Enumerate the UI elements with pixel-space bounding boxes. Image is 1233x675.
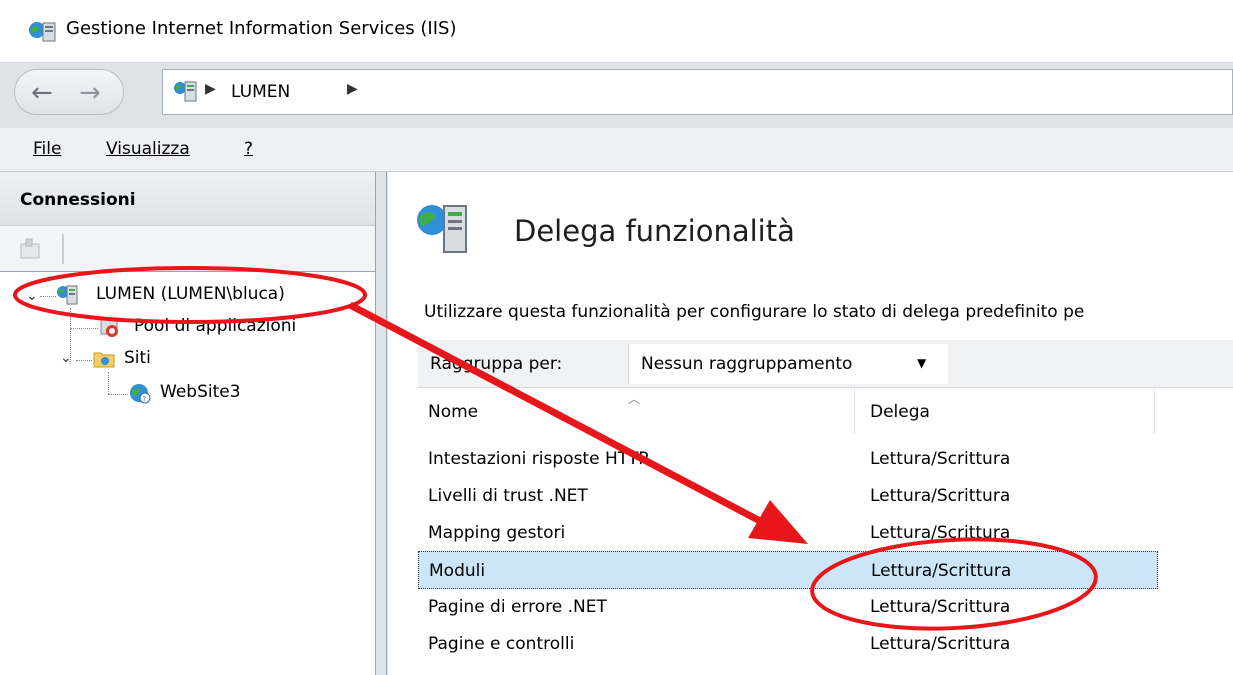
delegation-table: Nome ︿ Delega Intestazioni risposte HTTP…	[418, 388, 1233, 675]
page-title: Delega funzionalità	[514, 214, 795, 248]
group-by-label: Raggruppa per:	[430, 354, 563, 374]
website-globe-icon: ?	[130, 384, 151, 404]
tree-connector	[40, 296, 56, 297]
server-icon	[57, 285, 78, 305]
row-delegation: Lettura/Scrittura	[870, 486, 1011, 506]
breadcrumb-server[interactable]: LUMEN	[231, 82, 290, 102]
connections-title: Connessioni	[20, 190, 136, 210]
server-icon	[174, 81, 197, 102]
table-row[interactable]: Pagine di errore .NET Lettura/Scrittura	[418, 588, 1158, 626]
column-header-delegation-label: Delega	[870, 402, 930, 422]
row-name: Pagine e controlli	[428, 634, 575, 654]
tree-connector	[108, 394, 128, 395]
feature-delegation-pane: Delega funzionalità Utilizzare questa fu…	[388, 172, 1233, 675]
row-delegation: Lettura/Scrittura	[870, 597, 1011, 617]
table-row[interactable]: Livelli di trust .NET Lettura/Scrittura	[418, 477, 1158, 515]
menu-file[interactable]: File	[33, 139, 61, 159]
row-delegation: Lettura/Scrittura	[871, 561, 1012, 581]
tree-connector	[70, 328, 98, 329]
tree-node-app-pools[interactable]: Pool di applicazioni	[134, 316, 296, 336]
row-name: Pagine di errore .NET	[428, 597, 607, 617]
tree-node-website[interactable]: WebSite3	[160, 382, 241, 402]
breadcrumb-arrow-icon[interactable]: ▶	[347, 81, 358, 97]
tree-node-server[interactable]: LUMEN (LUMEN\bluca)	[96, 284, 285, 304]
dropdown-arrow-icon[interactable]: ▼	[917, 356, 926, 370]
row-delegation: Lettura/Scrittura	[870, 523, 1011, 543]
row-name: Intestazioni risposte HTTP	[428, 449, 649, 469]
sort-ascending-icon: ︿	[628, 392, 641, 406]
row-name: Mapping gestori	[428, 523, 566, 543]
sites-folder-icon	[93, 352, 115, 368]
title-bar: Gestione Internet Information Services (…	[0, 0, 1233, 62]
row-name: Livelli di trust .NET	[428, 486, 588, 506]
connections-toolbar	[0, 226, 375, 272]
window-title: Gestione Internet Information Services (…	[66, 18, 457, 39]
row-delegation: Lettura/Scrittura	[870, 449, 1011, 469]
group-by-select[interactable]: Nessun raggruppamento ▼	[628, 344, 948, 384]
column-header-delegation[interactable]: Delega	[854, 388, 1154, 434]
column-separator[interactable]	[1154, 388, 1155, 434]
chevron-down-icon[interactable]: ⌄	[26, 288, 38, 304]
application-pool-icon	[100, 319, 118, 337]
iis-manager-icon	[29, 22, 56, 42]
column-header-name-label: Nome	[428, 402, 479, 422]
feature-delegation-icon	[417, 205, 467, 253]
pane-divider	[386, 172, 387, 675]
group-by-value: Nessun raggruppamento	[641, 354, 853, 374]
table-row[interactable]: Pagine e controlli Lettura/Scrittura	[418, 625, 1158, 663]
tree-node-sites[interactable]: Siti	[124, 348, 151, 368]
tree-connector	[76, 360, 92, 361]
breadcrumb-arrow-icon[interactable]: ▶	[205, 81, 216, 97]
address-bar[interactable]: ▶ LUMEN ▶	[162, 69, 1233, 115]
back-arrow-icon[interactable]: ←	[31, 78, 53, 108]
menu-bar: File Visualizza ?	[0, 128, 1233, 172]
connections-tree: ⌄ LUMEN (LUMEN\bluca) Pool di applicazio…	[0, 272, 375, 675]
connections-header: Connessioni	[0, 172, 375, 226]
tree-connector	[108, 372, 109, 394]
navigation-buttons: ← →	[14, 69, 124, 115]
page-description: Utilizzare questa funzionalità per confi…	[424, 302, 1085, 322]
group-by-bar: Raggruppa per: Nessun raggruppamento ▼	[418, 340, 1233, 388]
table-row[interactable]: Mapping gestori Lettura/Scrittura	[418, 514, 1158, 552]
connections-pane: Connessioni ⌄ LUMEN (LUMEN\bluca) Pool d…	[0, 172, 376, 675]
menu-help[interactable]: ?	[244, 139, 253, 159]
svg-text:?: ?	[143, 395, 147, 403]
chevron-down-icon[interactable]: ⌄	[60, 350, 72, 366]
toolbar-separator	[62, 234, 64, 264]
row-name: Moduli	[429, 561, 486, 581]
forward-arrow-icon[interactable]: →	[79, 78, 101, 108]
address-row: ← → ▶ LUMEN ▶	[0, 62, 1233, 128]
table-row-selected[interactable]: Moduli Lettura/Scrittura	[418, 551, 1158, 589]
menu-view[interactable]: Visualizza	[106, 139, 190, 159]
row-delegation: Lettura/Scrittura	[870, 634, 1011, 654]
table-row[interactable]: Intestazioni risposte HTTP Lettura/Scrit…	[418, 440, 1158, 478]
connect-icon[interactable]	[18, 236, 44, 262]
